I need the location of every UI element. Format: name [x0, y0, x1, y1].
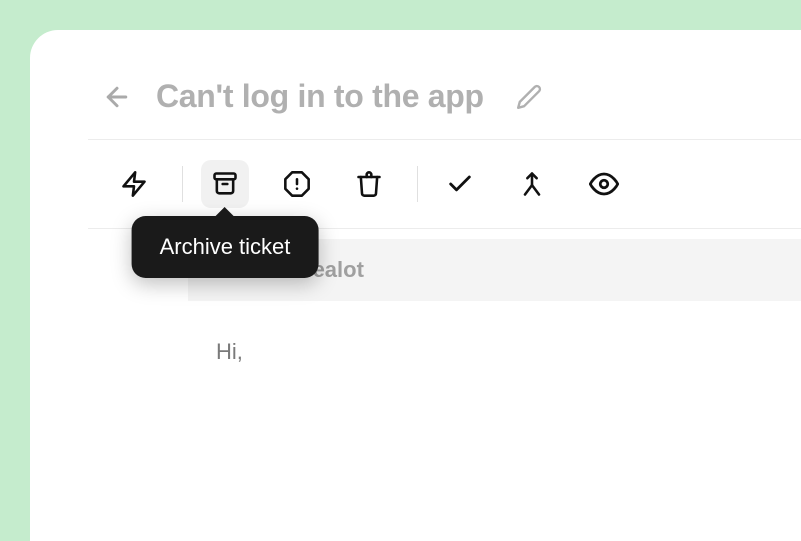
toolbar-separator: [182, 166, 183, 202]
spam-button[interactable]: [273, 160, 321, 208]
resolve-button[interactable]: [436, 160, 484, 208]
bolt-button[interactable]: [110, 160, 158, 208]
watch-button[interactable]: [580, 160, 628, 208]
archive-icon: [211, 170, 239, 198]
merge-icon: [518, 170, 546, 198]
ticket-header: Can't log in to the app: [30, 78, 801, 139]
trash-icon: [355, 170, 383, 198]
eye-icon: [589, 169, 619, 199]
merge-button[interactable]: [508, 160, 556, 208]
toolbar-separator: [417, 166, 418, 202]
back-button[interactable]: [102, 82, 132, 112]
check-icon: [446, 170, 474, 198]
app-window: Can't log in to the app Archive ticket: [30, 30, 801, 541]
archive-button[interactable]: Archive ticket: [201, 160, 249, 208]
ticket-title: Can't log in to the app: [156, 78, 484, 115]
arrow-left-icon: [102, 82, 132, 112]
bolt-icon: [120, 170, 148, 198]
alert-octagon-icon: [283, 170, 311, 198]
archive-tooltip: Archive ticket: [132, 216, 319, 278]
delete-button[interactable]: [345, 160, 393, 208]
message-body: Hi,: [188, 301, 801, 403]
pencil-icon: [516, 84, 542, 110]
ticket-toolbar: Archive ticket: [30, 140, 801, 228]
edit-title-button[interactable]: [516, 84, 542, 110]
